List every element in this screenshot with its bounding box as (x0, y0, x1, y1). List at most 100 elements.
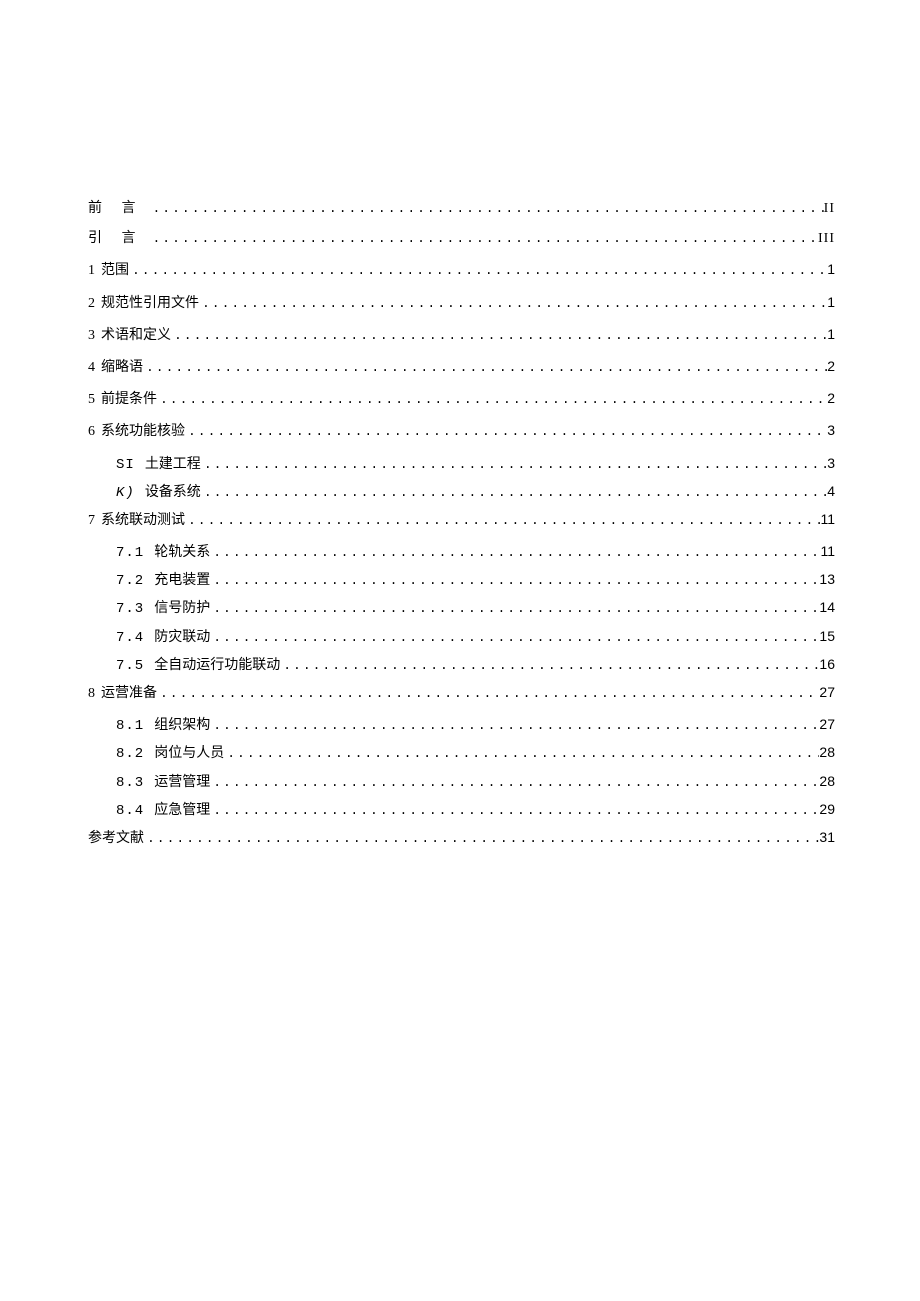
toc-entry: 1 范围 1 (88, 260, 835, 280)
toc-title: 土建工程 (145, 456, 201, 474)
toc-entry: 8.4 应急管理 29 (88, 800, 835, 820)
toc-entry: 7.4 防灾联动 15 (88, 627, 835, 647)
toc-page-number: 2 (827, 357, 835, 375)
toc-page-number: 27 (819, 683, 835, 701)
toc-entry: 7.5 全自动运行功能联动 16 (88, 655, 835, 675)
toc-leader-dots (143, 360, 827, 377)
toc-number: K) (116, 484, 135, 502)
toc-number: 4 (88, 359, 95, 377)
toc-title: 引 言 (88, 230, 144, 248)
toc-entry: 前 言 II (88, 200, 835, 218)
toc-title: 规范性引用文件 (101, 295, 199, 313)
toc-leader-dots (144, 831, 819, 848)
toc-entry: K) 设备系统 4 (88, 482, 835, 502)
toc-leader-dots (210, 775, 819, 792)
toc-number: 7.4 (116, 629, 144, 647)
toc-title: 信号防护 (154, 600, 210, 618)
toc-entry: 引 言 III (88, 230, 835, 248)
toc-page-number: 14 (819, 598, 835, 616)
toc-leader-dots (199, 296, 827, 313)
toc-title: 充电装置 (154, 572, 210, 590)
toc-number: 7.3 (116, 600, 144, 618)
toc-page-number: 4 (827, 482, 835, 500)
toc-number: 7.1 (116, 544, 144, 562)
toc-entry: 8.2 岗位与人员 28 (88, 743, 835, 763)
toc-title: 防灾联动 (154, 629, 210, 647)
toc-title: 轮轨关系 (154, 544, 210, 562)
table-of-contents: 前 言II引 言III1范围12规范性引用文件13术语和定义14缩略语25前提条… (88, 200, 835, 848)
toc-title: 设备系统 (145, 484, 201, 502)
toc-leader-dots (210, 601, 819, 618)
toc-leader-dots (129, 263, 827, 280)
toc-page-number: 16 (819, 655, 835, 673)
toc-entry: 5 前提条件 2 (88, 389, 835, 409)
toc-page-number: 29 (819, 800, 835, 818)
toc-entry: 参考文献 31 (88, 828, 835, 848)
toc-page-number: 1 (827, 325, 835, 343)
toc-entry: 8运营准备27 (88, 683, 835, 703)
toc-leader-dots (157, 392, 827, 409)
toc-entry: 7.1 轮轨关系 11 (88, 542, 835, 562)
toc-number: 1 (88, 262, 95, 280)
toc-entry: 7.2充电装置13 (88, 570, 835, 590)
toc-page-number: 1 (827, 293, 835, 311)
toc-leader-dots (150, 201, 824, 218)
toc-entry: 2 规范性引用文件 1 (88, 293, 835, 313)
toc-page-number: 2 (827, 389, 835, 407)
toc-number: 3 (88, 327, 95, 345)
toc-title: 前提条件 (101, 391, 157, 409)
toc-page-number: 31 (819, 828, 835, 846)
toc-title: 参考文献 (88, 830, 144, 848)
toc-page-number: III (818, 230, 835, 248)
toc-page-number: II (824, 200, 835, 218)
toc-page-number: 27 (819, 715, 835, 733)
toc-entry: 7系统联动测试11 (88, 510, 835, 530)
toc-leader-dots (185, 513, 820, 530)
toc-number: 8.2 (116, 745, 144, 763)
toc-number: 6 (88, 423, 95, 441)
toc-entry: 6 系统功能核验 3 (88, 421, 835, 441)
toc-title: 全自动运行功能联动 (154, 657, 280, 675)
toc-leader-dots (210, 803, 819, 820)
toc-number: SI (116, 456, 135, 474)
toc-number: 5 (88, 391, 95, 409)
toc-entry: 7.3 信号防护 14 (88, 598, 835, 618)
toc-title: 运营准备 (101, 685, 157, 703)
toc-title: 组织架构 (154, 717, 210, 735)
toc-title: 范围 (101, 262, 129, 280)
toc-leader-dots (210, 573, 819, 590)
toc-number: 7.5 (116, 657, 144, 675)
toc-page-number: 1 (827, 260, 835, 278)
toc-title: 运营管理 (154, 774, 210, 792)
toc-number: 8.4 (116, 802, 144, 820)
toc-leader-dots (210, 630, 819, 647)
toc-leader-dots (201, 485, 827, 502)
toc-entry: 8.1组织架构27 (88, 715, 835, 735)
toc-page-number: 13 (819, 570, 835, 588)
toc-title: 应急管理 (154, 802, 210, 820)
toc-number: 7 (88, 512, 95, 530)
toc-title: 岗位与人员 (154, 745, 224, 763)
toc-leader-dots (210, 718, 819, 735)
toc-leader-dots (210, 545, 820, 562)
toc-leader-dots (185, 424, 827, 441)
toc-title: 前 言 (88, 200, 144, 218)
toc-page-number: 15 (819, 627, 835, 645)
toc-leader-dots (201, 457, 827, 474)
toc-leader-dots (171, 328, 827, 345)
toc-page-number: 3 (827, 421, 835, 439)
toc-leader-dots (224, 746, 819, 763)
toc-leader-dots (150, 231, 819, 248)
toc-page-number: 28 (819, 743, 835, 761)
toc-number: 2 (88, 295, 95, 313)
toc-leader-dots (157, 686, 819, 703)
toc-title: 缩略语 (101, 359, 143, 377)
toc-entry: 4 缩略语 2 (88, 357, 835, 377)
toc-title: 术语和定义 (101, 327, 171, 345)
toc-entry: SI 土建工程 3 (88, 454, 835, 474)
toc-page-number: 3 (827, 454, 835, 472)
toc-title: 系统功能核验 (101, 423, 185, 441)
toc-entry: 3 术语和定义 1 (88, 325, 835, 345)
toc-entry: 8.3运营管理28 (88, 772, 835, 792)
toc-page-number: 11 (820, 542, 835, 560)
